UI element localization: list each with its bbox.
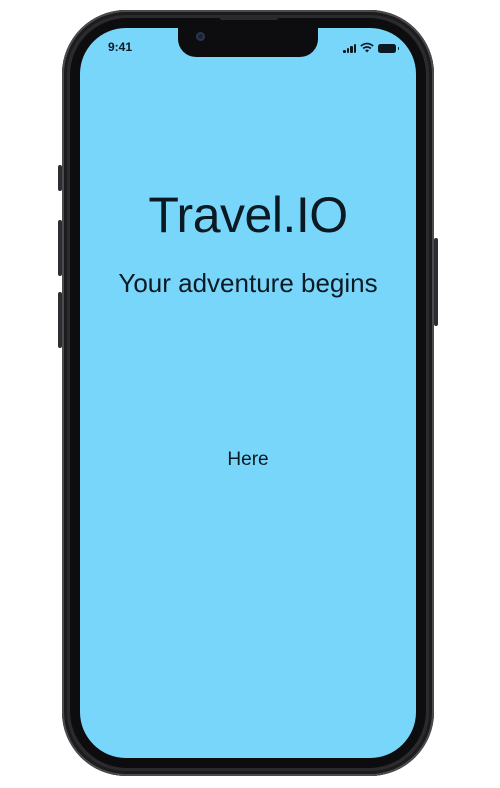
earpiece-speaker	[220, 16, 278, 20]
phone-mockup-stage: Travel.IO Your adventure begins Here 9:4…	[0, 0, 500, 788]
front-camera-icon	[196, 32, 205, 41]
wifi-icon	[360, 42, 374, 53]
status-icons	[343, 41, 399, 53]
app-subtitle: Your adventure begins	[118, 268, 378, 298]
app-title: Travel.IO	[148, 187, 348, 243]
status-time: 9:41	[108, 40, 133, 54]
battery-icon	[378, 44, 399, 53]
here-link[interactable]: Here	[80, 449, 416, 471]
phone-frame: Travel.IO Your adventure begins Here	[62, 10, 434, 776]
splash-content: Travel.IO Your adventure begins Here	[80, 28, 416, 758]
app-screen: Travel.IO Your adventure begins Here	[80, 28, 416, 758]
power-button	[434, 238, 438, 326]
cellular-signal-icon	[343, 43, 356, 53]
